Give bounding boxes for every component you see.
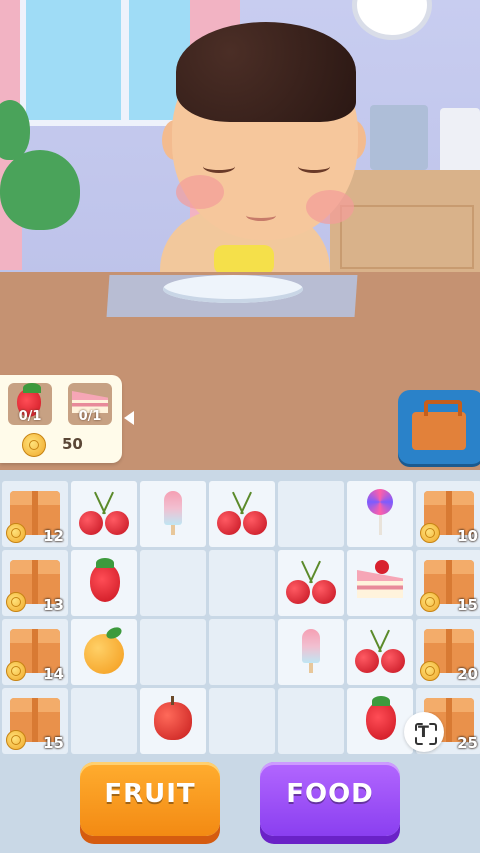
baby-cheek-left [176, 175, 224, 209]
plate[interactable] [163, 275, 303, 303]
board-cell-crate[interactable]: 15 [2, 688, 68, 754]
text-scan-icon: T [418, 722, 429, 741]
board-cell-empty[interactable] [140, 619, 206, 685]
cherry-icon [217, 511, 241, 535]
coin-icon [420, 661, 440, 681]
cherry-icon [105, 511, 129, 535]
crate-count: 25 [457, 734, 478, 752]
strawberry-icon [366, 696, 396, 740]
toolbox-icon [412, 400, 466, 450]
strawberry-icon [90, 558, 120, 602]
crate-count: 12 [43, 527, 64, 545]
baby-eye-left [203, 160, 235, 173]
crate-count: 15 [43, 734, 64, 752]
crate-count: 13 [43, 596, 64, 614]
food-button[interactable]: FOOD [260, 762, 400, 836]
apple-icon [154, 696, 192, 740]
coin-icon [6, 730, 26, 750]
order-panel: 0/1 0/1 50 [0, 375, 134, 463]
cherry-icon [243, 511, 267, 535]
baby-bib [214, 245, 274, 275]
tissue-box [440, 108, 480, 176]
popsicle-icon [164, 491, 182, 535]
screenshot-button[interactable]: T [404, 712, 444, 752]
cherry-icon [381, 649, 405, 673]
board-cell-empty[interactable] [140, 550, 206, 616]
board-cell-empty[interactable] [278, 481, 344, 547]
merge-board: 12 10 13 15 14 20 15 25 [0, 478, 480, 754]
board-cell-empty[interactable] [278, 688, 344, 754]
board-cell-empty[interactable] [71, 688, 137, 754]
cherry-icon [312, 580, 336, 604]
cherry-icon [286, 580, 310, 604]
board-cell-crate[interactable]: 12 [2, 481, 68, 547]
coin-icon [6, 661, 26, 681]
lollipop-icon [367, 489, 393, 535]
baby-eye-right [298, 160, 330, 173]
board-cell-apple[interactable] [140, 688, 206, 754]
board-cell-crate[interactable]: 10 [416, 481, 480, 547]
coin-icon [22, 433, 46, 457]
cherry-icon [355, 649, 379, 673]
board-cell-cherry[interactable] [209, 481, 275, 547]
toolbox-button[interactable] [398, 390, 480, 464]
storage-box [370, 105, 428, 170]
order-item-strawberry: 0/1 [8, 383, 52, 425]
order-progress: 0/1 [78, 409, 102, 424]
board-cell-cherry[interactable] [71, 481, 137, 547]
coin-icon [420, 592, 440, 612]
board-cell-crate[interactable]: 20 [416, 619, 480, 685]
crate-count: 15 [457, 596, 478, 614]
board-cell-popsicle[interactable] [278, 619, 344, 685]
crate-count: 14 [43, 665, 64, 683]
plant [0, 150, 80, 230]
board-cell-crate[interactable]: 13 [2, 550, 68, 616]
order-reward: 50 [62, 435, 83, 453]
board-cell-popsicle[interactable] [140, 481, 206, 547]
bottom-bar [0, 754, 480, 853]
strawberry-topping-icon [375, 560, 389, 574]
order-item-cake: 0/1 [68, 383, 112, 425]
board-cell-empty[interactable] [209, 688, 275, 754]
crate-count: 20 [457, 665, 478, 683]
order-pointer-icon [124, 411, 134, 425]
order-progress: 0/1 [18, 409, 42, 424]
board-cell-cherry[interactable] [347, 619, 413, 685]
baby-cheek-right [306, 190, 354, 224]
board-cell-empty[interactable] [209, 550, 275, 616]
board-cell-cherry[interactable] [278, 550, 344, 616]
board-cell-lollipop[interactable] [347, 481, 413, 547]
board-cell-strawberry[interactable] [347, 688, 413, 754]
coin-icon [6, 592, 26, 612]
coin-icon [420, 523, 440, 543]
board-cell-crate[interactable]: 15 [416, 550, 480, 616]
board-cell-strawberry[interactable] [71, 550, 137, 616]
board-cell-cake[interactable] [347, 550, 413, 616]
fruit-button[interactable]: FRUIT [80, 762, 220, 836]
baby-hair [176, 22, 356, 122]
board-cell-crate[interactable]: 14 [2, 619, 68, 685]
coin-icon [6, 523, 26, 543]
board-cell-orange[interactable] [71, 619, 137, 685]
cake-icon [357, 570, 403, 598]
orange-icon [84, 634, 124, 674]
cherry-icon [79, 511, 103, 535]
board-cell-empty[interactable] [209, 619, 275, 685]
popsicle-icon [302, 629, 320, 673]
crate-count: 10 [457, 527, 478, 545]
baby-mouth [246, 210, 276, 221]
